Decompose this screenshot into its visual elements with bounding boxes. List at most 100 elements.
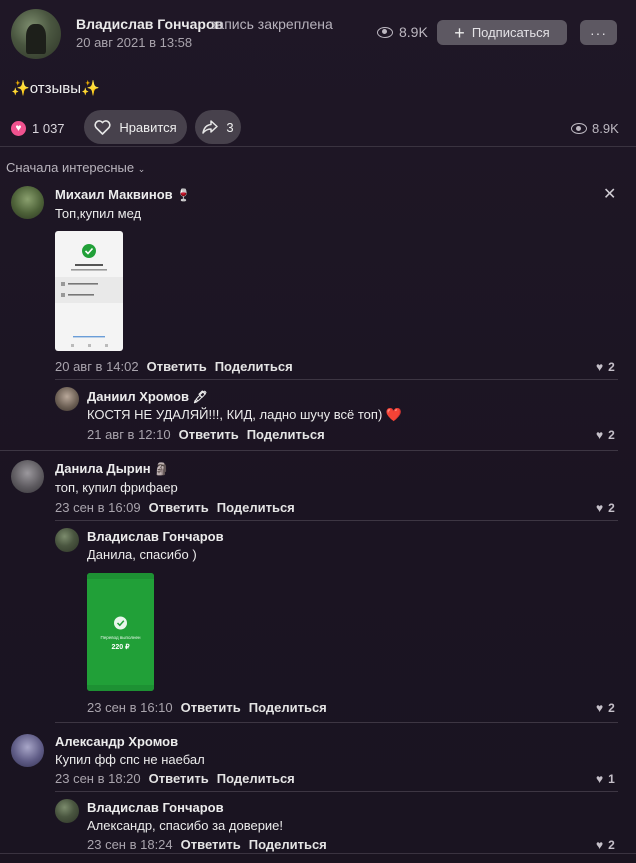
comment-like-button[interactable]: ♥ 2 — [596, 701, 615, 715]
likes-summary[interactable]: ♥ 1 037 — [11, 121, 65, 136]
divider — [55, 520, 618, 521]
comment-author[interactable]: Михаил Маквинов 🍷 — [55, 187, 191, 202]
attached-photo[interactable] — [55, 231, 123, 351]
comment-likes-count: 2 — [608, 701, 615, 715]
comment-meta: 21 авг в 12:10 Ответить Поделиться — [87, 427, 325, 442]
comment-meta: 23 сен в 16:09 Ответить Поделиться — [55, 500, 295, 515]
heart-icon: ♥ — [596, 701, 604, 715]
reply-button[interactable]: Ответить — [149, 500, 209, 515]
comment-like-button[interactable]: ♥ 1 — [596, 772, 615, 786]
sparkles-icon: ✨ — [11, 80, 30, 97]
comment-meta: 23 сен в 18:20 Ответить Поделиться — [55, 771, 295, 786]
views-count: 8.9K — [399, 24, 428, 40]
post-card: Владислав Гончаров запись закреплена 20 … — [0, 0, 636, 863]
heart-icon: ♥ — [596, 838, 604, 852]
comment-date[interactable]: 23 сен в 16:10 — [87, 700, 173, 715]
reply-button[interactable]: Ответить — [149, 771, 209, 786]
heart-emoji-icon: ❤️ — [385, 407, 403, 422]
views-count-bottom: 8.9K — [592, 121, 619, 136]
comment-likes-count: 2 — [608, 360, 615, 374]
sparkles-icon-2: ✨ — [80, 80, 100, 97]
divider — [0, 450, 618, 451]
comment-text: топ, купил фрифаер — [55, 480, 178, 495]
comment-author[interactable]: Данила Дырин 🗿 — [55, 461, 169, 476]
heart-outline-icon — [94, 119, 111, 135]
post-actions: ♥ 1 037 Нравится 3 8.9K — [0, 110, 636, 146]
comment-text: Топ,купил мед — [55, 206, 142, 221]
comment-date[interactable]: 23 сен в 18:20 — [55, 771, 141, 786]
screenshot-amount: 220 ₽ — [111, 644, 130, 651]
reply-button[interactable]: Ответить — [181, 837, 241, 852]
sort-dropdown[interactable]: Сначала интересные ⌄ — [6, 160, 145, 175]
author-avatar[interactable] — [11, 9, 61, 59]
comment-like-button[interactable]: ♥ 2 — [596, 360, 615, 374]
pinned-label: запись закреплена — [210, 16, 333, 32]
eye-icon — [377, 26, 393, 38]
comment-date[interactable]: 23 сен в 16:09 — [55, 500, 141, 515]
avatar[interactable] — [55, 528, 79, 552]
share-icon — [202, 120, 219, 134]
comment-author[interactable]: Владислав Гончаров — [87, 800, 224, 815]
shares-count: 3 — [226, 119, 234, 135]
close-icon[interactable]: ✕ — [603, 184, 616, 204]
attached-photo[interactable]: Перевод выполнен 220 ₽ — [87, 573, 154, 691]
pen-icon: 🖋 — [192, 390, 208, 404]
share-comment-button[interactable]: Поделиться — [247, 427, 325, 442]
like-label: Нравится — [119, 119, 177, 135]
chevron-down-icon: ⌄ — [137, 164, 146, 174]
divider — [55, 722, 618, 723]
heart-icon: ♥ — [11, 121, 26, 136]
like-button[interactable]: Нравится — [84, 110, 187, 144]
likes-count: 1 037 — [32, 121, 65, 136]
heart-icon: ♥ — [596, 428, 604, 442]
comment-text: Данила, спасибо ) — [87, 547, 197, 562]
screenshot-title: Перевод выполнен — [100, 635, 141, 640]
sort-label: Сначала интересные — [6, 160, 135, 175]
avatar[interactable] — [11, 734, 44, 767]
comment-likes-count: 1 — [608, 772, 615, 786]
post-date[interactable]: 20 авг 2021 в 13:58 — [76, 35, 192, 50]
moai-icon: 🗿 — [154, 462, 170, 476]
wine-glass-icon: 🍷 — [176, 188, 192, 202]
heart-icon: ♥ — [596, 501, 604, 515]
divider — [55, 791, 618, 792]
share-comment-button[interactable]: Поделиться — [215, 359, 293, 374]
post-header: Владислав Гончаров запись закреплена 20 … — [0, 0, 636, 66]
share-comment-button[interactable]: Поделиться — [217, 771, 295, 786]
share-comment-button[interactable]: Поделиться — [217, 500, 295, 515]
heart-icon: ♥ — [596, 772, 604, 786]
comment-likes-count: 2 — [608, 838, 615, 852]
comment-like-button[interactable]: ♥ 2 — [596, 428, 615, 442]
eye-icon — [571, 123, 587, 134]
post-text: ✨отзывы✨ — [11, 79, 100, 97]
comment-author[interactable]: Александр Хромов — [55, 734, 178, 749]
share-button[interactable]: 3 — [195, 110, 241, 144]
post-author-name[interactable]: Владислав Гончаров — [76, 16, 223, 32]
comment-date[interactable]: 23 сен в 18:24 — [87, 837, 173, 852]
comment-date[interactable]: 21 авг в 12:10 — [87, 427, 171, 442]
comment-text: КОСТЯ НЕ УДАЛЯЙ!!!, КИД, ладно шучу всё … — [87, 407, 403, 422]
avatar[interactable] — [11, 186, 44, 219]
share-comment-button[interactable]: Поделиться — [249, 837, 327, 852]
comment-text: Купил фф спс не наебал — [55, 752, 205, 767]
comment-author[interactable]: Владислав Гончаров — [87, 529, 224, 544]
divider — [55, 379, 618, 380]
comment-like-button[interactable]: ♥ 2 — [596, 501, 615, 515]
avatar[interactable] — [55, 387, 79, 411]
avatar[interactable] — [55, 799, 79, 823]
comment-likes-count: 2 — [608, 501, 615, 515]
comment-author[interactable]: Даниил Хромов 🖋 — [87, 389, 208, 404]
share-comment-button[interactable]: Поделиться — [249, 700, 327, 715]
comment-text: Александр, спасибо за доверие! — [87, 818, 284, 833]
views-counter-bottom: 8.9K — [571, 121, 619, 136]
comment-date[interactable]: 20 авг в 14:02 — [55, 359, 139, 374]
avatar[interactable] — [11, 460, 44, 493]
subscribe-label: Подписаться — [471, 25, 550, 40]
comment-like-button[interactable]: ♥ 2 — [596, 838, 615, 852]
reply-button[interactable]: Ответить — [181, 700, 241, 715]
reply-button[interactable]: Ответить — [147, 359, 207, 374]
more-options-button[interactable]: ··· — [580, 20, 617, 45]
views-counter: 8.9K — [377, 24, 428, 40]
subscribe-button[interactable]: + Подписаться — [437, 20, 567, 45]
reply-button[interactable]: Ответить — [179, 427, 239, 442]
